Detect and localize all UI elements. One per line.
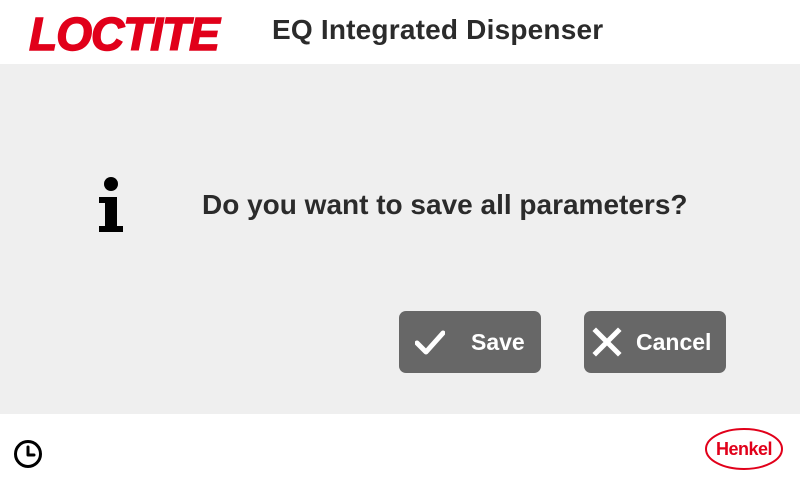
footer-bar: Henkel	[0, 414, 800, 480]
henkel-logo-text: Henkel	[716, 439, 772, 459]
cancel-button[interactable]: Cancel	[584, 311, 726, 373]
loctite-logo: LOCTITE	[12, 8, 236, 56]
dialog-message: Do you want to save all parameters?	[202, 189, 688, 220]
clock-icon[interactable]	[12, 438, 44, 470]
save-confirmation-dialog: Do you want to save all parameters? Save…	[0, 64, 800, 414]
page-title: EQ Integrated Dispenser	[272, 14, 604, 45]
save-button[interactable]: Save	[399, 311, 541, 373]
save-button-label: Save	[471, 329, 525, 355]
info-icon	[99, 177, 123, 232]
cancel-button-label: Cancel	[636, 329, 712, 355]
checkmark-icon	[415, 330, 445, 355]
close-icon	[592, 327, 622, 357]
loctite-logo-text: LOCTITE	[29, 8, 221, 56]
header-bar: LOCTITE EQ Integrated Dispenser	[0, 0, 800, 64]
dispenser-screen: LOCTITE EQ Integrated Dispenser Do you w…	[0, 0, 800, 480]
henkel-logo: Henkel	[705, 428, 783, 470]
